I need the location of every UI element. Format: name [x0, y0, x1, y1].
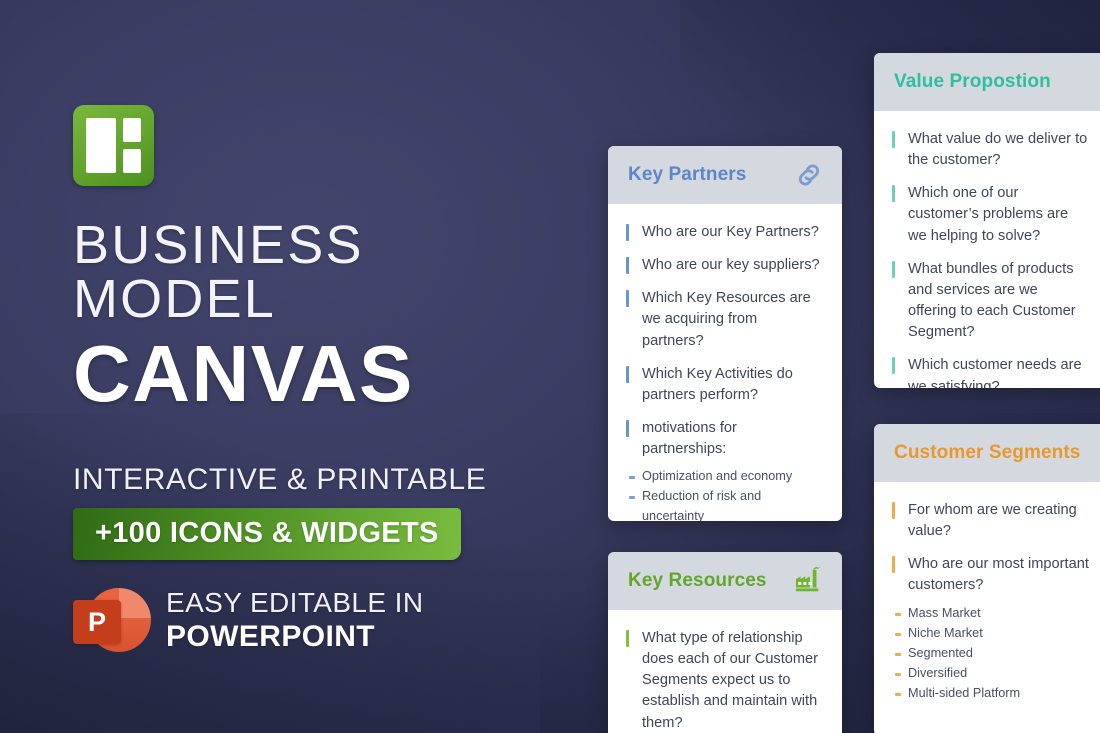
question-item: Which customer needs are we satisfying?	[892, 355, 1090, 388]
page-title-line1: BUSINESS MODEL	[73, 215, 364, 329]
question-item: Who are our key suppliers?	[626, 255, 822, 276]
card-customer-segments-body: For whom are we creating value? Who are …	[874, 482, 1100, 718]
list-item: Reduction of risk and uncertainty	[626, 487, 822, 521]
question-item: Who are our most important customers?	[892, 554, 1090, 596]
logo-right-blocks	[123, 118, 141, 173]
card-key-resources-title: Key Resources	[628, 570, 767, 591]
hero-subtitle: INTERACTIVE & PRINTABLE	[73, 463, 487, 497]
card-customer-segments-title: Customer Segments	[894, 442, 1081, 463]
question-item: What value do we deliver to the customer…	[892, 129, 1090, 171]
logo-left-block	[86, 118, 116, 173]
question-item: motivations for partnerships:	[626, 418, 822, 460]
list-item: Segmented	[892, 644, 1090, 663]
list-item: Diversified	[892, 664, 1090, 683]
card-value-proposition-header: Value Propostion	[874, 53, 1100, 111]
page-title-line2: CANVAS	[73, 329, 414, 418]
card-key-partners-body: Who are our Key Partners? Who are our ke…	[608, 204, 842, 521]
card-value-proposition-body: What value do we deliver to the customer…	[874, 111, 1100, 388]
card-customer-segments[interactable]: Customer Segments For whom are we creati…	[874, 424, 1100, 733]
icons-widgets-badge: +100 ICONS & WIDGETS	[73, 508, 461, 561]
question-item: Which one of our customer’s problems are…	[892, 183, 1090, 246]
card-key-resources-header: Key Resources	[608, 552, 842, 610]
logo-right-bottom-block	[123, 149, 141, 173]
question-item: For whom are we creating value?	[892, 500, 1090, 542]
question-item: Which Key Activities do partners perform…	[626, 364, 822, 406]
list-item: Multi-sided Platform	[892, 684, 1090, 703]
powerpoint-icon-letter: P	[87, 606, 106, 637]
list-item: Mass Market	[892, 604, 1090, 623]
card-customer-segments-header: Customer Segments	[874, 424, 1100, 482]
question-item: Which Key Resources are we acquiring fro…	[626, 288, 822, 351]
card-key-resources[interactable]: Key Resources What type of relationship …	[608, 552, 842, 733]
question-item: What type of relationship does each of o…	[626, 628, 822, 733]
hero-panel: BUSINESS MODEL CANVAS INTERACTIVE & PRIN…	[73, 105, 543, 561]
powerpoint-icon-tile: P	[73, 600, 121, 644]
chain-link-icon	[794, 160, 824, 190]
factory-icon	[794, 567, 824, 595]
icons-widgets-badge-label: +100 ICONS & WIDGETS	[95, 517, 439, 550]
powerpoint-line1: EASY EDITABLE IN	[166, 586, 424, 618]
card-value-proposition-title: Value Propostion	[894, 71, 1051, 92]
card-value-proposition[interactable]: Value Propostion What value do we delive…	[874, 53, 1100, 388]
logo-right-top-block	[123, 118, 141, 143]
powerpoint-icon: P	[73, 584, 151, 656]
list-item: Niche Market	[892, 624, 1090, 643]
question-item: Who are our Key Partners?	[626, 222, 822, 243]
card-key-partners-header: Key Partners	[608, 146, 842, 204]
card-key-partners-title: Key Partners	[628, 164, 747, 185]
list-item: Optimization and economy	[626, 467, 822, 486]
powerpoint-text: EASY EDITABLE IN POWERPOINT	[166, 587, 423, 654]
card-key-partners[interactable]: Key Partners Who are our Key Partners? W…	[608, 146, 842, 521]
grid-layout-icon	[73, 105, 154, 186]
card-key-resources-body: What type of relationship does each of o…	[608, 610, 842, 733]
powerpoint-callout: P EASY EDITABLE IN POWERPOINT	[73, 584, 423, 656]
question-item: What bundles of products and services ar…	[892, 259, 1090, 344]
powerpoint-line2: POWERPOINT	[166, 619, 376, 653]
